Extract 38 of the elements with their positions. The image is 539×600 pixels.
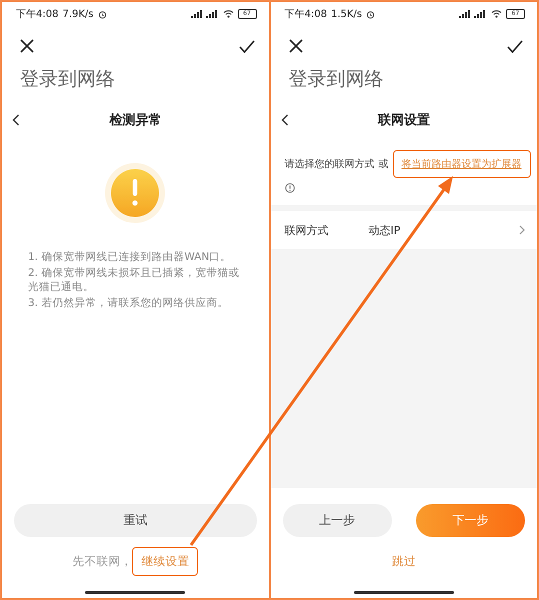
alarm-clock-icon [98,10,107,18]
back-button[interactable] [12,114,20,126]
extender-mode-link[interactable]: 将当前路由器设置为扩展器 [392,150,530,178]
or-text: 或 [378,158,388,171]
alarm-clock-icon [366,10,376,18]
signal-icon [457,10,487,18]
section-title: 联网设置 [378,113,430,128]
network-speed: 1.5K/s [330,8,362,20]
signal-icon [188,10,218,18]
skip-link[interactable]: 跳过 [392,554,416,568]
status-time: 下午4:08 [16,8,58,21]
close-button[interactable] [288,39,302,53]
skip-network-text: 先不联网， [72,554,132,568]
retry-button[interactable]: 重试 [14,504,256,537]
confirm-button[interactable] [507,40,523,52]
troubleshooting-tip: 1. 确保宽带网线已连接到路由器WAN口。 [28,250,232,264]
page-title: 登录到网络 [288,67,384,92]
info-icon[interactable] [284,183,294,193]
section-title: 检测异常 [109,113,162,128]
wifi-icon [491,10,502,18]
row-label: 联网方式 [284,222,330,238]
network-speed: 7.9K/s [62,8,94,20]
continue-setup-link[interactable]: 继续设置 [132,546,198,576]
page-title: 登录到网络 [19,67,116,92]
row-value: 动态IP [368,222,402,238]
next-step-button[interactable]: 下一步 [416,504,525,537]
confirm-button[interactable] [238,40,254,52]
previous-step-button[interactable]: 上一步 [282,504,392,537]
status-time: 下午4:08 [284,8,327,21]
close-button[interactable] [20,39,34,53]
back-button[interactable] [280,114,288,126]
warning-icon [104,162,166,224]
chevron-right-icon [519,225,525,235]
wifi-icon [222,10,234,18]
troubleshooting-tip: 2. 确保宽带网线未损坏且已插紧，宽带猫或光猫已通电。 [28,266,240,294]
connection-prompt: 请选择您的联网方式 [284,158,374,171]
troubleshooting-tip: 3. 若仍然异常，请联系您的网络供应商。 [28,296,230,310]
connection-type-row[interactable]: 联网方式 动态IP [270,211,537,249]
